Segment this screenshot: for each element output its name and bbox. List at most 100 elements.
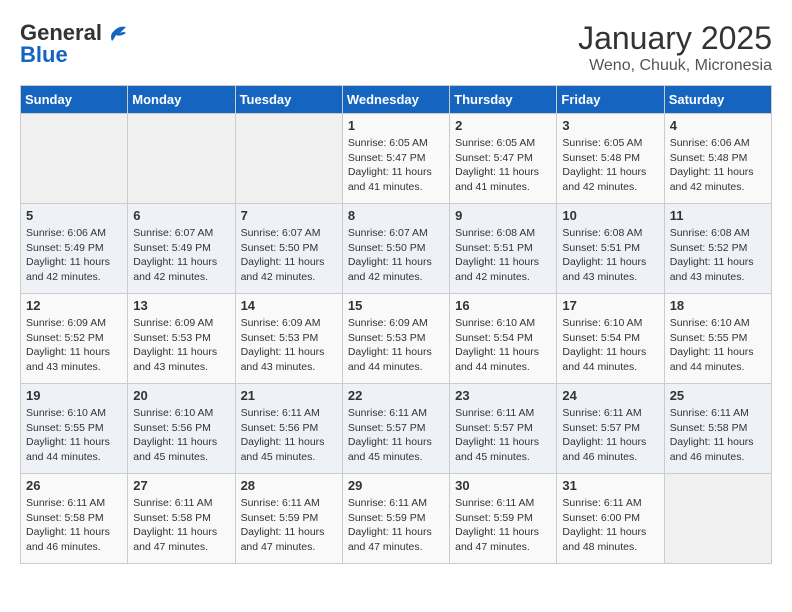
calendar-week-row: 1 Sunrise: 6:05 AMSunset: 5:47 PMDaylight…: [21, 114, 772, 204]
day-number: 30: [455, 478, 551, 493]
calendar-cell: 1 Sunrise: 6:05 AMSunset: 5:47 PMDaylight…: [342, 114, 449, 204]
day-number: 14: [241, 298, 337, 313]
day-header-thursday: Thursday: [450, 86, 557, 114]
day-header-friday: Friday: [557, 86, 664, 114]
calendar-cell: 30 Sunrise: 6:11 AMSunset: 5:59 PMDayligh…: [450, 474, 557, 564]
calendar-week-row: 26 Sunrise: 6:11 AMSunset: 5:58 PMDayligh…: [21, 474, 772, 564]
day-number: 4: [670, 118, 766, 133]
day-number: 12: [26, 298, 122, 313]
day-header-tuesday: Tuesday: [235, 86, 342, 114]
day-header-saturday: Saturday: [664, 86, 771, 114]
day-number: 26: [26, 478, 122, 493]
day-info: Sunrise: 6:05 AMSunset: 5:47 PMDaylight:…: [348, 136, 444, 195]
day-number: 17: [562, 298, 658, 313]
calendar-cell: 19 Sunrise: 6:10 AMSunset: 5:55 PMDayligh…: [21, 384, 128, 474]
calendar-cell: 6 Sunrise: 6:07 AMSunset: 5:49 PMDaylight…: [128, 204, 235, 294]
day-info: Sunrise: 6:07 AMSunset: 5:50 PMDaylight:…: [241, 226, 337, 285]
day-header-monday: Monday: [128, 86, 235, 114]
day-number: 5: [26, 208, 122, 223]
day-number: 19: [26, 388, 122, 403]
day-info: Sunrise: 6:11 AMSunset: 5:57 PMDaylight:…: [562, 406, 658, 465]
calendar-cell: 23 Sunrise: 6:11 AMSunset: 5:57 PMDayligh…: [450, 384, 557, 474]
calendar-cell: [21, 114, 128, 204]
day-number: 9: [455, 208, 551, 223]
calendar-cell: 13Sunrise: 6:09 AMSunset: 5:53 PMDayligh…: [128, 294, 235, 384]
day-number: 21: [241, 388, 337, 403]
calendar-cell: 7Sunrise: 6:07 AMSunset: 5:50 PMDaylight…: [235, 204, 342, 294]
day-number: 16: [455, 298, 551, 313]
logo-blue: Blue: [20, 42, 68, 68]
day-info: Sunrise: 6:11 AMSunset: 5:56 PMDaylight:…: [241, 406, 337, 465]
calendar-cell: 25 Sunrise: 6:11 AMSunset: 5:58 PMDayligh…: [664, 384, 771, 474]
day-info: Sunrise: 6:11 AMSunset: 5:59 PMDaylight:…: [455, 496, 551, 555]
calendar-cell: 5 Sunrise: 6:06 AMSunset: 5:49 PMDaylight…: [21, 204, 128, 294]
calendar-cell: 28 Sunrise: 6:11 AMSunset: 5:59 PMDayligh…: [235, 474, 342, 564]
calendar-cell: [128, 114, 235, 204]
day-number: 23: [455, 388, 551, 403]
day-number: 2: [455, 118, 551, 133]
day-info: Sunrise: 6:05 AMSunset: 5:47 PMDaylight:…: [455, 136, 551, 195]
day-number: 28: [241, 478, 337, 493]
day-info: Sunrise: 6:10 AMSunset: 5:54 PMDaylight:…: [562, 316, 658, 375]
calendar-week-row: 19 Sunrise: 6:10 AMSunset: 5:55 PMDayligh…: [21, 384, 772, 474]
day-number: 22: [348, 388, 444, 403]
day-info: Sunrise: 6:06 AMSunset: 5:48 PMDaylight:…: [670, 136, 766, 195]
day-info: Sunrise: 6:11 AMSunset: 5:57 PMDaylight:…: [348, 406, 444, 465]
day-info: Sunrise: 6:11 AMSunset: 5:58 PMDaylight:…: [670, 406, 766, 465]
title-block: January 2025 Weno, Chuuk, Micronesia: [578, 20, 772, 75]
day-info: Sunrise: 6:11 AMSunset: 5:58 PMDaylight:…: [26, 496, 122, 555]
day-info: Sunrise: 6:10 AMSunset: 5:55 PMDaylight:…: [26, 406, 122, 465]
day-info: Sunrise: 6:07 AMSunset: 5:49 PMDaylight:…: [133, 226, 229, 285]
day-info: Sunrise: 6:09 AMSunset: 5:53 PMDaylight:…: [348, 316, 444, 375]
calendar-cell: 31 Sunrise: 6:11 AMSunset: 6:00 PMDayligh…: [557, 474, 664, 564]
day-number: 1: [348, 118, 444, 133]
logo: General Blue: [20, 20, 126, 68]
calendar-cell: 29 Sunrise: 6:11 AMSunset: 5:59 PMDayligh…: [342, 474, 449, 564]
day-info: Sunrise: 6:06 AMSunset: 5:49 PMDaylight:…: [26, 226, 122, 285]
calendar-table: SundayMondayTuesdayWednesdayThursdayFrid…: [20, 85, 772, 564]
day-number: 3: [562, 118, 658, 133]
day-number: 31: [562, 478, 658, 493]
calendar-body: 1 Sunrise: 6:05 AMSunset: 5:47 PMDaylight…: [21, 114, 772, 564]
day-header-sunday: Sunday: [21, 86, 128, 114]
day-info: Sunrise: 6:09 AMSunset: 5:53 PMDaylight:…: [241, 316, 337, 375]
day-number: 15: [348, 298, 444, 313]
day-info: Sunrise: 6:05 AMSunset: 5:48 PMDaylight:…: [562, 136, 658, 195]
calendar-week-row: 12Sunrise: 6:09 AMSunset: 5:52 PMDayligh…: [21, 294, 772, 384]
day-number: 18: [670, 298, 766, 313]
day-info: Sunrise: 6:10 AMSunset: 5:55 PMDaylight:…: [670, 316, 766, 375]
calendar-cell: 27 Sunrise: 6:11 AMSunset: 5:58 PMDayligh…: [128, 474, 235, 564]
day-number: 25: [670, 388, 766, 403]
day-info: Sunrise: 6:08 AMSunset: 5:51 PMDaylight:…: [455, 226, 551, 285]
page-header: General Blue January 2025 Weno, Chuuk, M…: [20, 20, 772, 75]
day-info: Sunrise: 6:08 AMSunset: 5:52 PMDaylight:…: [670, 226, 766, 285]
day-info: Sunrise: 6:11 AMSunset: 6:00 PMDaylight:…: [562, 496, 658, 555]
calendar-cell: 17 Sunrise: 6:10 AMSunset: 5:54 PMDayligh…: [557, 294, 664, 384]
location: Weno, Chuuk, Micronesia: [578, 57, 772, 75]
calendar-cell: 3 Sunrise: 6:05 AMSunset: 5:48 PMDaylight…: [557, 114, 664, 204]
day-number: 29: [348, 478, 444, 493]
day-info: Sunrise: 6:11 AMSunset: 5:59 PMDaylight:…: [241, 496, 337, 555]
calendar-cell: 4 Sunrise: 6:06 AMSunset: 5:48 PMDaylight…: [664, 114, 771, 204]
day-number: 13: [133, 298, 229, 313]
day-info: Sunrise: 6:11 AMSunset: 5:58 PMDaylight:…: [133, 496, 229, 555]
day-number: 10: [562, 208, 658, 223]
calendar-cell: 11Sunrise: 6:08 AMSunset: 5:52 PMDayligh…: [664, 204, 771, 294]
day-number: 27: [133, 478, 229, 493]
day-info: Sunrise: 6:08 AMSunset: 5:51 PMDaylight:…: [562, 226, 658, 285]
day-info: Sunrise: 6:11 AMSunset: 5:59 PMDaylight:…: [348, 496, 444, 555]
month-title: January 2025: [578, 20, 772, 57]
day-number: 8: [348, 208, 444, 223]
day-number: 6: [133, 208, 229, 223]
day-number: 24: [562, 388, 658, 403]
calendar-cell: 24 Sunrise: 6:11 AMSunset: 5:57 PMDayligh…: [557, 384, 664, 474]
calendar-week-row: 5 Sunrise: 6:06 AMSunset: 5:49 PMDaylight…: [21, 204, 772, 294]
day-info: Sunrise: 6:10 AMSunset: 5:54 PMDaylight:…: [455, 316, 551, 375]
calendar-header-row: SundayMondayTuesdayWednesdayThursdayFrid…: [21, 86, 772, 114]
calendar-cell: [664, 474, 771, 564]
day-info: Sunrise: 6:10 AMSunset: 5:56 PMDaylight:…: [133, 406, 229, 465]
day-number: 20: [133, 388, 229, 403]
calendar-cell: 26 Sunrise: 6:11 AMSunset: 5:58 PMDayligh…: [21, 474, 128, 564]
calendar-cell: 15 Sunrise: 6:09 AMSunset: 5:53 PMDayligh…: [342, 294, 449, 384]
day-info: Sunrise: 6:11 AMSunset: 5:57 PMDaylight:…: [455, 406, 551, 465]
